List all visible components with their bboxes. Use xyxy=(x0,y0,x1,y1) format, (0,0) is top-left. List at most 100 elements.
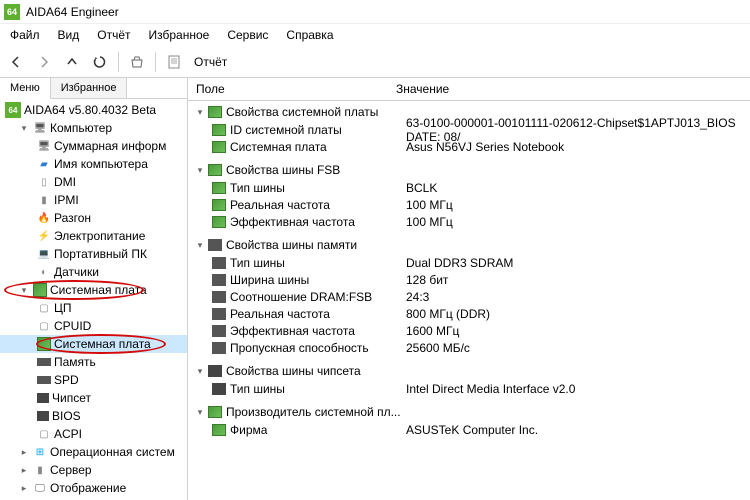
data-row[interactable]: ID системной платы 63-0100-000001-001011… xyxy=(188,121,750,138)
tree-server[interactable]: ▸▮Сервер xyxy=(0,461,187,479)
expander-icon[interactable]: ▸ xyxy=(18,464,30,476)
report-button[interactable] xyxy=(162,50,186,74)
tree-item-motherboard[interactable]: Системная плата xyxy=(0,335,187,353)
data-row[interactable]: Реальная частота 100 МГц xyxy=(188,196,750,213)
aida64-icon: 64 xyxy=(5,102,21,118)
main-area: Меню Избранное 64 AIDA64 v5.80.4032 Beta… xyxy=(0,78,750,500)
tree-motherboard[interactable]: ▾ Системная плата xyxy=(0,281,187,299)
field-value: 100 МГц xyxy=(406,215,744,229)
group-row[interactable]: ▾ Производитель системной пл... xyxy=(188,403,750,421)
chip-icon xyxy=(208,365,222,377)
expander-icon[interactable]: ▾ xyxy=(194,365,206,377)
tree-root-label: AIDA64 v5.80.4032 Beta xyxy=(24,103,156,117)
tree-label: Датчики xyxy=(54,265,99,279)
data-row[interactable]: Соотношение DRAM:FSB 24:3 xyxy=(188,288,750,305)
column-value[interactable]: Значение xyxy=(388,78,750,100)
details-body: ▾ Свойства системной платы ID системной … xyxy=(188,103,750,438)
group-label: Свойства шины памяти xyxy=(226,238,357,252)
tree-label: Сервер xyxy=(50,463,92,477)
data-row[interactable]: Ширина шины 128 бит xyxy=(188,271,750,288)
mb-icon xyxy=(212,182,226,194)
data-row[interactable]: Фирма ASUSTeK Computer Inc. xyxy=(188,421,750,438)
menu-view[interactable]: Вид xyxy=(50,26,88,44)
mb-icon xyxy=(208,106,222,118)
field-value: BCLK xyxy=(406,181,744,195)
data-row[interactable]: Эффективная частота 100 МГц xyxy=(188,213,750,230)
menu-file[interactable]: Файл xyxy=(2,26,48,44)
tree-root[interactable]: 64 AIDA64 v5.80.4032 Beta xyxy=(0,101,187,119)
field-label: Тип шины xyxy=(230,181,406,195)
menu-help[interactable]: Справка xyxy=(278,26,341,44)
ipmi-icon: ▮ xyxy=(37,193,51,207)
tree-item-sensors[interactable]: ◐Датчики xyxy=(0,263,187,281)
menu-service[interactable]: Сервис xyxy=(219,26,276,44)
tree-label: Чипсет xyxy=(52,391,91,405)
field-value: 1600 МГц xyxy=(406,324,744,338)
group-row[interactable]: ▾ Свойства шины памяти xyxy=(188,236,750,254)
left-tabs: Меню Избранное xyxy=(0,78,187,99)
tree-computer[interactable]: ▾ 🖥 Компьютер xyxy=(0,119,187,137)
expander-icon[interactable]: ▾ xyxy=(194,106,206,118)
expander-icon[interactable]: ▾ xyxy=(18,122,30,134)
spd-icon xyxy=(37,376,51,384)
data-row[interactable]: Системная плата Asus N56VJ Series Notebo… xyxy=(188,138,750,155)
tree-label: Портативный ПК xyxy=(54,247,147,261)
tree-item-acpi[interactable]: ▢ACPI xyxy=(0,425,187,443)
tree-item-memory[interactable]: Память xyxy=(0,353,187,371)
details-pane[interactable]: Поле Значение ▾ Свойства системной платы… xyxy=(188,78,750,500)
expander-icon[interactable]: ▾ xyxy=(194,406,206,418)
field-label: Системная плата xyxy=(230,140,406,154)
basket-button[interactable] xyxy=(125,50,149,74)
tree-label: Системная плата xyxy=(50,283,147,297)
data-row[interactable]: Тип шины Dual DDR3 SDRAM xyxy=(188,254,750,271)
menubar: Файл Вид Отчёт Избранное Сервис Справка xyxy=(0,24,750,46)
tree-label: Суммарная информ xyxy=(54,139,166,153)
refresh-button[interactable] xyxy=(88,50,112,74)
tree-item-cpuid[interactable]: ▢CPUID xyxy=(0,317,187,335)
field-value: ASUSTeK Computer Inc. xyxy=(406,423,744,437)
tree-display[interactable]: ▸🖵Отображение xyxy=(0,479,187,497)
data-row[interactable]: Эффективная частота 1600 МГц xyxy=(188,322,750,339)
nav-tree[interactable]: 64 AIDA64 v5.80.4032 Beta ▾ 🖥 Компьютер … xyxy=(0,99,187,500)
ram-icon xyxy=(212,291,226,303)
expander-icon[interactable]: ▾ xyxy=(18,284,30,296)
field-value: 24:3 xyxy=(406,290,744,304)
tree-item-portable[interactable]: 💻Портативный ПК xyxy=(0,245,187,263)
expander-icon[interactable]: ▾ xyxy=(194,164,206,176)
tree-item-power[interactable]: ⚡Электропитание xyxy=(0,227,187,245)
back-button[interactable] xyxy=(4,50,28,74)
tree-item-bios[interactable]: BIOS xyxy=(0,407,187,425)
data-row[interactable]: Пропускная способность 25600 МБ/с xyxy=(188,339,750,356)
data-row[interactable]: Реальная частота 800 МГц (DDR) xyxy=(188,305,750,322)
menu-report[interactable]: Отчёт xyxy=(89,26,138,44)
forward-button[interactable] xyxy=(32,50,56,74)
expander-icon[interactable]: ▾ xyxy=(194,239,206,251)
tree-item-summary[interactable]: 🖥Суммарная информ xyxy=(0,137,187,155)
tree-item-dmi[interactable]: ▯DMI xyxy=(0,173,187,191)
tab-menu[interactable]: Меню xyxy=(0,78,51,99)
memory-icon xyxy=(37,358,51,366)
data-row[interactable]: Тип шины Intel Direct Media Interface v2… xyxy=(188,380,750,397)
ram-icon xyxy=(212,308,226,320)
tab-favorites[interactable]: Избранное xyxy=(51,78,128,98)
tree-item-chipset[interactable]: Чипсет xyxy=(0,389,187,407)
tree-os[interactable]: ▸⊞Операционная систем xyxy=(0,443,187,461)
field-value: Intel Direct Media Interface v2.0 xyxy=(406,382,744,396)
group-label: Свойства шины чипсета xyxy=(226,364,361,378)
tree-item-cpu[interactable]: ▢ЦП xyxy=(0,299,187,317)
data-row[interactable]: Тип шины BCLK xyxy=(188,179,750,196)
group-row[interactable]: ▾ Свойства шины чипсета xyxy=(188,362,750,380)
group-row[interactable]: ▾ Свойства шины FSB xyxy=(188,161,750,179)
up-button[interactable] xyxy=(60,50,84,74)
tree-item-overclock[interactable]: 🔥Разгон xyxy=(0,209,187,227)
column-field[interactable]: Поле xyxy=(188,78,388,100)
titlebar: 64 AIDA64 Engineer xyxy=(0,0,750,24)
expander-icon[interactable]: ▸ xyxy=(18,446,30,458)
menu-favorites[interactable]: Избранное xyxy=(141,26,218,44)
tree-item-spd[interactable]: SPD xyxy=(0,371,187,389)
tree-item-ipmi[interactable]: ▮IPMI xyxy=(0,191,187,209)
expander-icon[interactable]: ▸ xyxy=(18,482,30,494)
computer-icon: 🖥 xyxy=(33,121,47,135)
field-label: Тип шины xyxy=(230,382,406,396)
tree-item-hostname[interactable]: ▰Имя компьютера xyxy=(0,155,187,173)
